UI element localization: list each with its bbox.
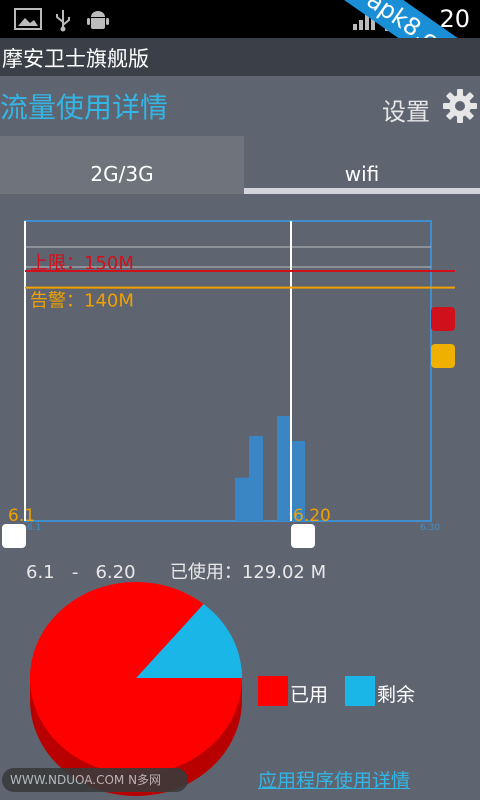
legend-used-swatch: [258, 676, 288, 706]
legend-remaining-label: 剩余: [377, 684, 416, 706]
gear-icon: [443, 89, 477, 123]
range-end-handle[interactable]: [291, 524, 315, 548]
limit-label: 上限：150M: [30, 253, 134, 274]
usage-bar-day-16: [235, 477, 249, 521]
tab-2g3g[interactable]: 2G/3G: [0, 136, 244, 194]
limit-handle[interactable]: [431, 307, 455, 331]
legend-used-label: 已用: [290, 684, 329, 706]
image-icon: [14, 8, 42, 30]
traffic-chart: 上限：150M 告警：140M 6.1 6.20 6.1 6.30: [0, 194, 480, 554]
nduoa-watermark: WWW.NDUOA.COM N多网: [2, 768, 188, 792]
warning-label: 告警：140M: [30, 291, 134, 312]
range-start-text: 6.1: [26, 562, 55, 583]
settings-label: 设置: [382, 98, 430, 126]
app-title: 摩安卫士旗舰版: [2, 47, 149, 71]
usage-summary: 6.1 - 6.20 已使用：129.02 M: [26, 558, 326, 584]
usb-icon: [56, 10, 70, 32]
range-end-text: 6.20: [95, 562, 136, 583]
tab-wifi[interactable]: wifi: [244, 136, 480, 194]
traffic-chart-svg: 上限：150M告警：140M 6.1 6.20 6.1 6.30: [8, 220, 455, 533]
android-icon: [87, 11, 109, 29]
tab-bar: 2G/3G wifi: [0, 136, 480, 194]
page-title: 流量使用详情: [0, 91, 169, 124]
range-dash: -: [71, 562, 79, 583]
usage-bar-day-19: [277, 416, 291, 521]
page-header: 流量使用详情 设置: [0, 76, 480, 136]
used-amount-text: 已使用：129.02 M: [169, 562, 327, 583]
range-start-handle[interactable]: [2, 524, 26, 548]
legend-remaining-swatch: [345, 676, 375, 706]
axis-start-label: 6.1: [27, 523, 41, 533]
usage-bar-day-17: [249, 436, 263, 521]
app-title-bar: 摩安卫士旗舰版: [0, 38, 480, 76]
settings-button[interactable]: 设置: [382, 84, 478, 128]
status-bar: 20 apk8.com: [0, 0, 480, 38]
range-end-label: 6.20: [293, 506, 331, 526]
app-usage-detail-link[interactable]: 应用程序使用详情: [258, 766, 410, 793]
axis-end-label: 6.30: [420, 523, 440, 533]
warning-handle[interactable]: [431, 344, 455, 368]
